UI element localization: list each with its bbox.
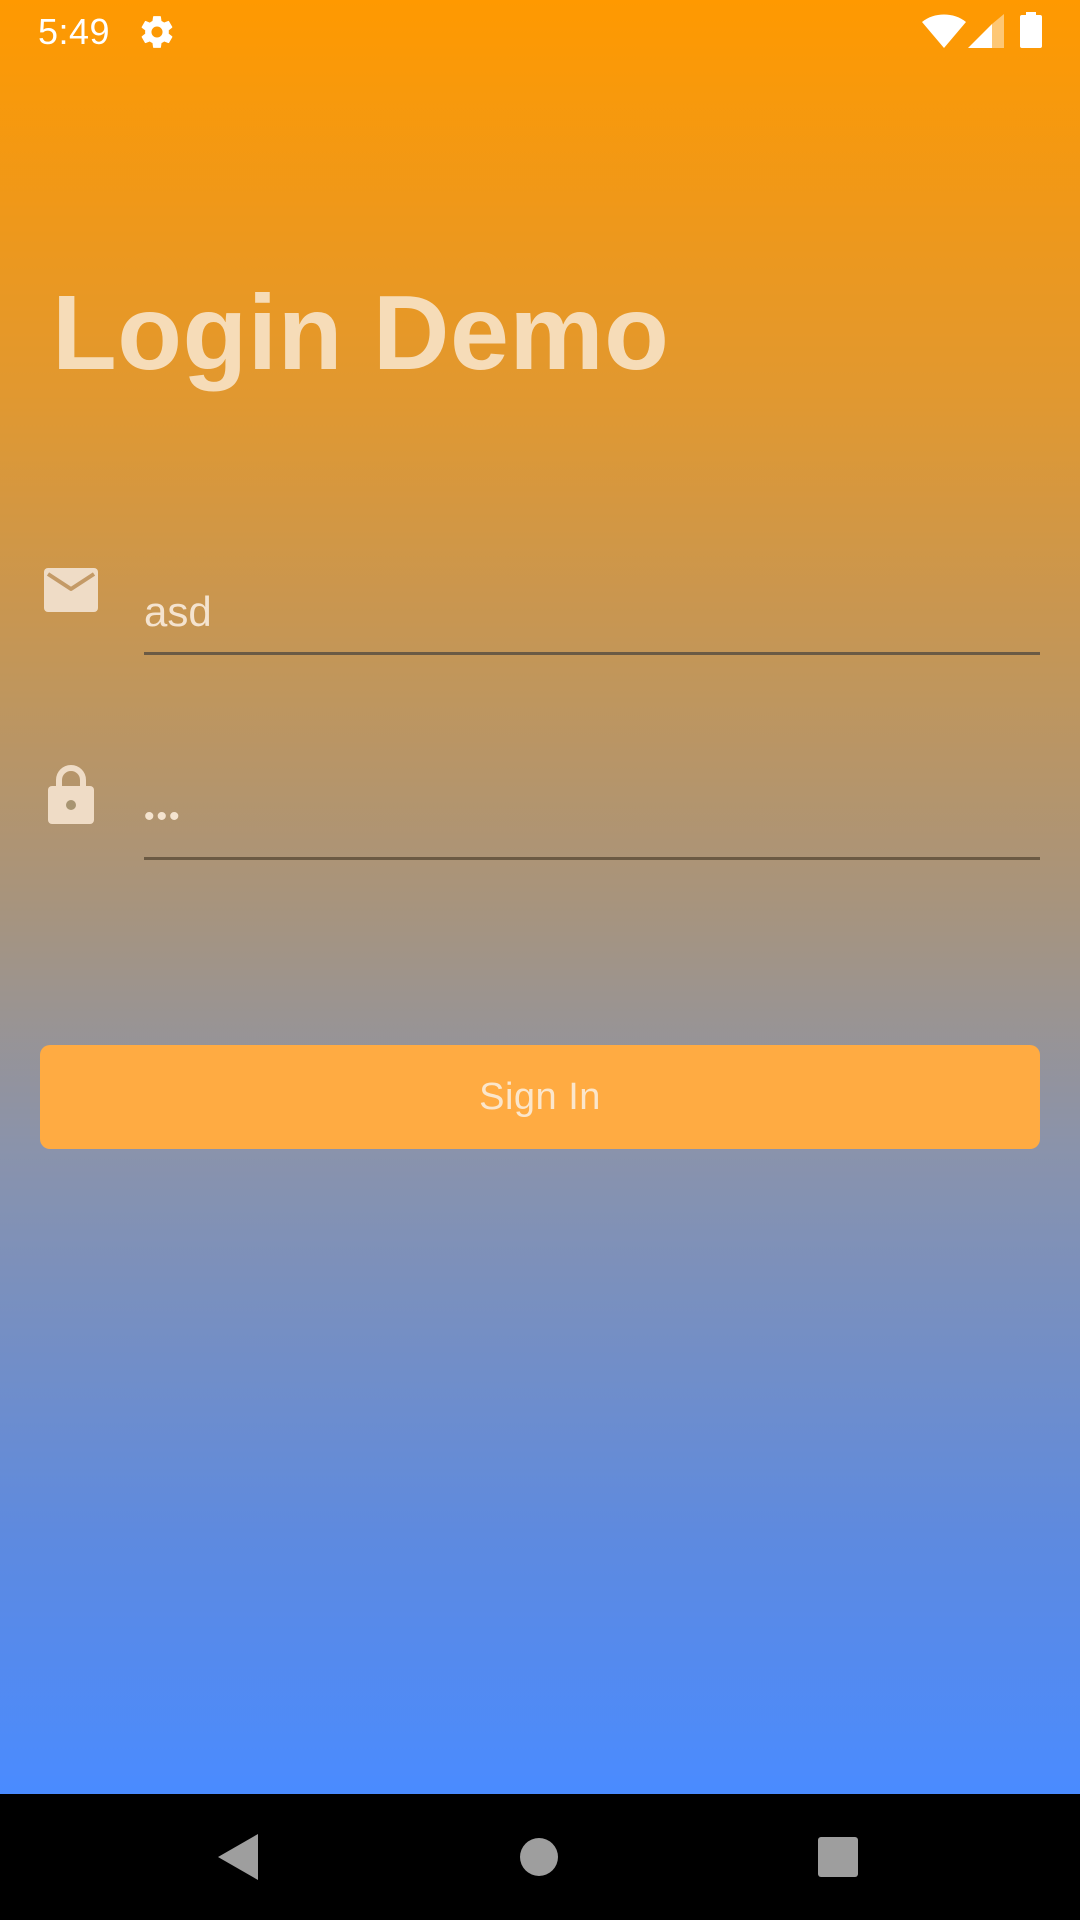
navigation-bar <box>0 1794 1080 1920</box>
page-title: Login Demo <box>52 274 670 392</box>
email-field[interactable] <box>144 575 1040 655</box>
wifi-icon <box>922 14 966 48</box>
signal-icon <box>968 14 1004 48</box>
password-input[interactable] <box>144 780 1040 854</box>
envelope-icon <box>44 568 98 612</box>
email-input[interactable] <box>144 575 1040 649</box>
sign-in-button[interactable]: Sign In <box>40 1045 1040 1149</box>
status-time: 5:49 <box>38 11 111 52</box>
back-icon[interactable] <box>218 1834 258 1880</box>
battery-icon <box>1020 12 1042 48</box>
home-icon[interactable] <box>520 1838 558 1876</box>
gear-icon <box>141 16 173 48</box>
lock-icon <box>48 765 94 824</box>
login-screen: 5:49 Login Demo Sign In <box>0 0 1080 1920</box>
recents-icon[interactable] <box>818 1837 858 1877</box>
status-bar: 5:49 <box>0 0 1080 63</box>
password-field[interactable] <box>144 780 1040 860</box>
